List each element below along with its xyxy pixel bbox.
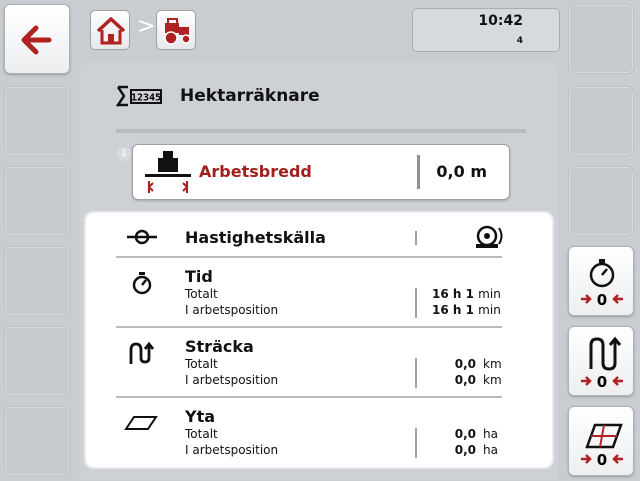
svg-text:0: 0 [597,373,607,391]
status-clock: 10:42 4 [412,8,560,52]
left-softkey-4[interactable] [4,246,70,316]
back-button[interactable] [4,4,70,74]
distance-working-value: 0,0 [414,373,476,387]
implement-width-icon [145,151,191,193]
row-divider [116,326,502,328]
time-total-value: 16 h 1 min [432,287,501,301]
wheel-sensor-icon[interactable] [472,224,506,250]
time-total-hours-unit: h [452,287,462,301]
distance-total-label: Totalt [185,357,218,371]
distance-total-number: 0,0 [454,357,476,371]
working-width-label: Arbetsbredd [199,162,312,181]
time-separator [415,288,417,318]
svg-text:0: 0 [597,291,607,309]
page-title: Hektarräknare [180,86,320,106]
time-total-label: Totalt [185,287,218,301]
distance-total-unit: km [483,357,502,371]
field-separator [417,155,420,189]
svg-text:12345: 12345 [131,93,161,104]
page-number: 4 [516,36,523,46]
time-working-hours: 16 [432,303,449,317]
reset-distance-button[interactable]: 0 [568,326,634,396]
reset-area-icon: 0 [581,423,623,469]
area-working-number: 0,0 [454,443,476,457]
distance-working-unit: km [483,373,502,387]
reset-distance-icon: 0 [581,336,623,391]
distance-working-number: 0,0 [454,373,476,387]
area-title: Yta [185,407,216,426]
reset-time-button[interactable]: 0 [568,246,634,316]
working-width-value: 0,0 m [436,162,487,181]
working-width-field[interactable]: Arbetsbredd 0,0 m [132,144,510,200]
right-softkey-2[interactable] [568,86,634,156]
area-total-unit: ha [483,427,498,441]
speed-source-icon [127,229,157,245]
area-working-value: 0,0 [414,443,476,457]
row-divider [116,396,502,398]
left-softkey-3[interactable] [4,166,70,236]
sum-counter-icon: 12345 [116,85,162,107]
time-total-minutes-unit: min [478,287,501,301]
area-icon [124,416,158,430]
left-softkey-6[interactable] [4,406,70,476]
area-total-number: 0,0 [454,427,476,441]
area-total-label: Totalt [185,427,218,441]
area-working-label: I arbetsposition [185,443,279,457]
tractor-icon [164,18,191,45]
back-arrow-icon [21,25,52,55]
right-softkey-3[interactable] [568,166,634,236]
time-total-minutes: 1 [465,287,474,301]
home-icon [96,17,126,45]
speed-source-label: Hastighetskälla [185,228,326,247]
distance-working-label: I arbetsposition [185,373,279,387]
breadcrumb-separator: > [137,14,156,39]
left-softkey-5[interactable] [4,326,70,396]
time-working-value: 16 h 1 min [432,303,501,317]
time-title: Tid [185,267,213,286]
stopwatch-icon [132,272,152,295]
distance-icon [129,341,155,364]
time-total-hours: 16 [432,287,449,301]
distance-title: Sträcka [185,337,254,356]
right-softkey-1[interactable] [568,4,634,74]
parameter-index-badge: 1 [117,147,131,161]
svg-text:0: 0 [597,451,607,469]
left-softkey-2[interactable] [4,86,70,156]
time-working-minutes-unit: min [478,303,501,317]
area-working-unit: ha [483,443,498,457]
row-divider [116,256,502,258]
time-working-hours-unit: h [452,303,462,317]
time-working-label: I arbetsposition [185,303,279,317]
breadcrumb-tractor[interactable] [156,10,196,50]
reset-area-button[interactable]: 0 [568,406,634,476]
breadcrumb-home[interactable] [90,10,130,50]
time-working-minutes: 1 [465,303,474,317]
area-total-value: 0,0 [414,427,476,441]
speed-source-separator [415,231,417,245]
title-divider [116,129,526,133]
reset-time-icon: 0 [581,259,623,309]
distance-total-value: 0,0 [414,357,476,371]
clock-time: 10:42 [478,13,523,29]
